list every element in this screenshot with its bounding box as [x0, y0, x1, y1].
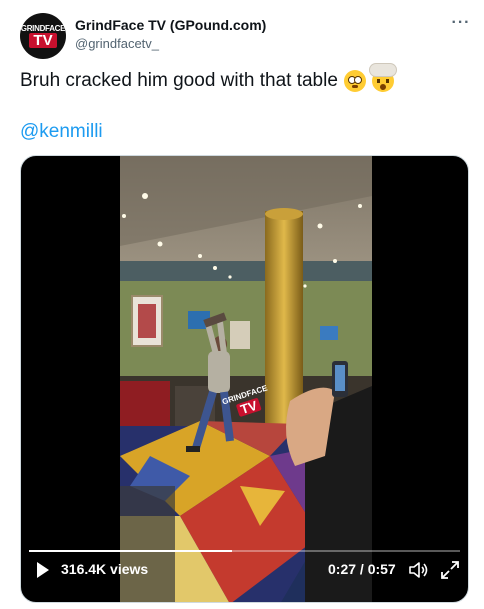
video-player[interactable]: GRINDFACE TV 316.4K views 0:27 / 0:57 — [20, 155, 469, 603]
mention-link[interactable]: @kenmilli — [20, 121, 103, 143]
view-count: 316.4K views — [61, 561, 149, 577]
progress-fill — [29, 550, 232, 552]
volume-icon[interactable] — [407, 559, 429, 581]
play-icon[interactable] — [35, 560, 51, 580]
avatar[interactable]: GRINDFACE TV — [20, 13, 66, 59]
author-name[interactable]: GrindFace TV (GPound.com) — [75, 17, 266, 33]
avatar-logo-tv: TV — [29, 33, 57, 48]
watermark-tv: TV — [236, 398, 262, 417]
fullscreen-icon[interactable] — [439, 559, 461, 581]
progress-bar[interactable] — [29, 550, 460, 552]
video-controls: 316.4K views 0:27 / 0:57 — [21, 542, 468, 602]
video-frame[interactable]: GRINDFACE TV — [120, 156, 372, 602]
more-options-button[interactable]: ··· — [449, 14, 473, 34]
video-scene — [120, 156, 372, 602]
author-handle[interactable]: @grindfacetv_ — [75, 36, 159, 51]
tweet: GRINDFACE TV GrindFace TV (GPound.com) @… — [0, 0, 484, 609]
exploding-head-emoji-icon — [369, 64, 396, 92]
more-horizontal-icon: ··· — [451, 14, 471, 31]
tweet-text-row: Bruh cracked him good with that table — [20, 64, 396, 92]
video-time: 0:27 / 0:57 — [328, 561, 396, 577]
tweet-text: Bruh cracked him good with that table — [20, 70, 338, 91]
flushed-face-emoji-icon — [343, 70, 366, 92]
